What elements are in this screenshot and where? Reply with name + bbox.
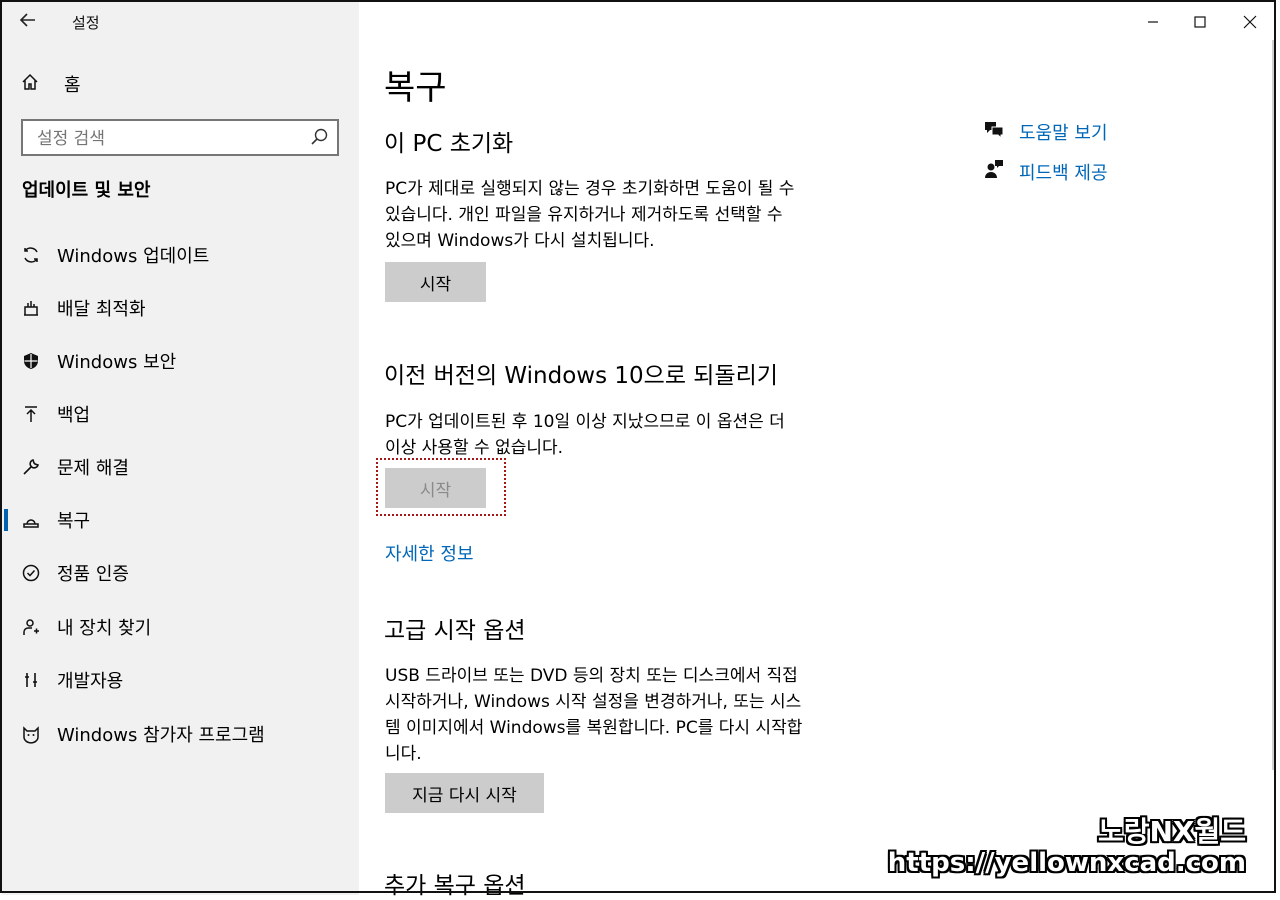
window-frame	[0, 0, 1276, 893]
